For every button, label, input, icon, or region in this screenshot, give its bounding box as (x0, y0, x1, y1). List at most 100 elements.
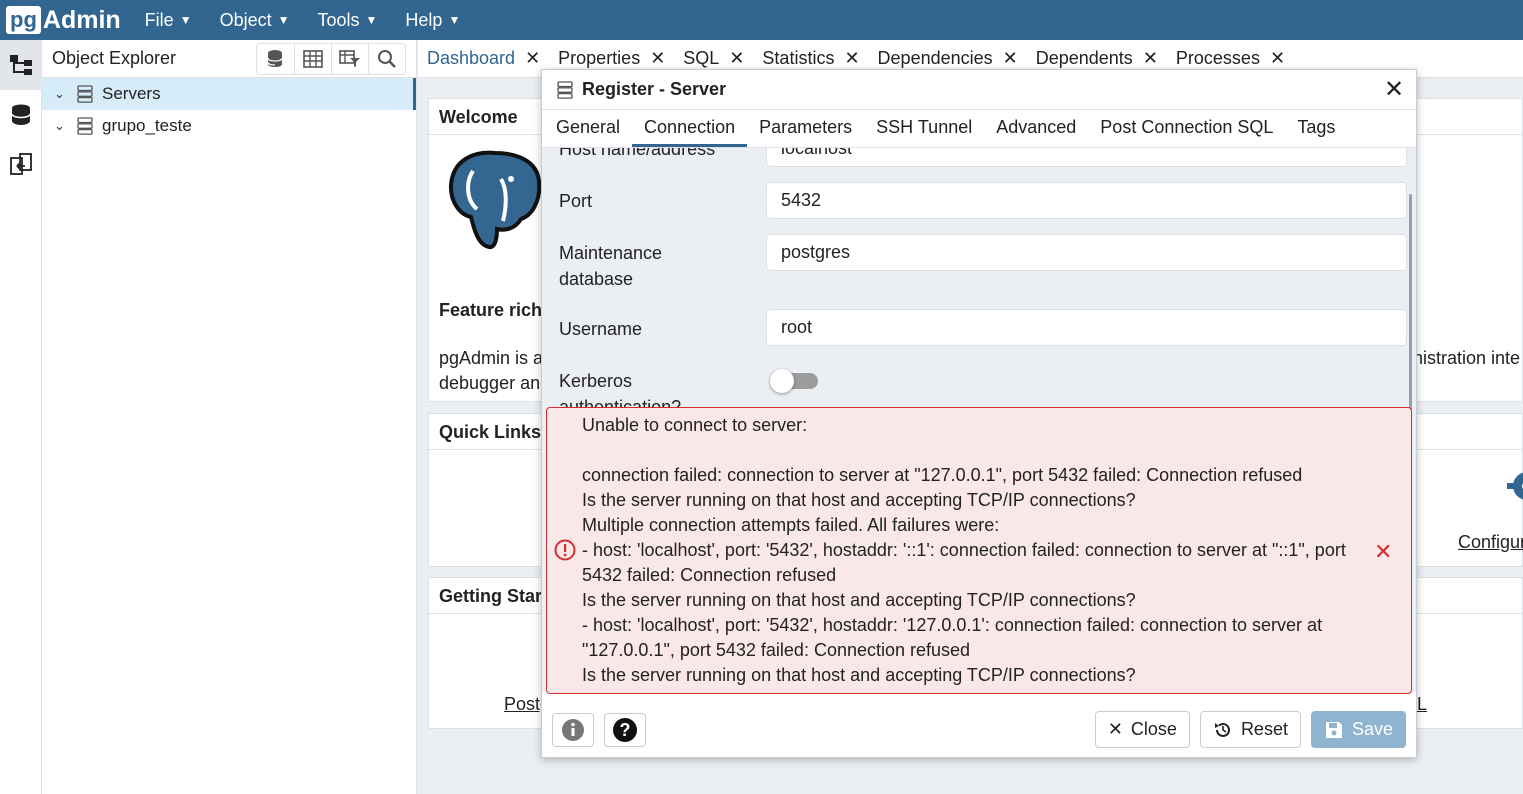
close-icon[interactable]: ✕ (650, 48, 665, 69)
object-explorer-panel: Object Explorer ⌄ Servers ⌄ grupo_teste (42, 40, 417, 794)
server-icon (557, 80, 573, 99)
tab-general[interactable]: General (544, 117, 632, 147)
error-icon (554, 539, 576, 566)
tab-tags[interactable]: Tags (1285, 117, 1347, 147)
menu-help-label: Help (405, 9, 443, 30)
tab-advanced[interactable]: Advanced (984, 117, 1088, 147)
error-line: Is the server running on that host and a… (582, 490, 1136, 510)
object-explorer-header: Object Explorer (42, 40, 416, 78)
error-line: connection failed: connection to server … (582, 465, 1303, 485)
dialog-footer: ? ✕ Close Reset Save (542, 702, 1416, 757)
gear-icon (1497, 462, 1523, 517)
configure-link[interactable]: Configur (1458, 532, 1523, 553)
maintenance-db-label-line1: Maintenance (559, 243, 663, 263)
tab-label: Statistics (762, 48, 835, 68)
sql-help-button[interactable] (552, 712, 594, 747)
menu-help[interactable]: Help ▼ (405, 10, 460, 31)
workspace-db-button[interactable] (0, 90, 42, 140)
port-label: Port (559, 191, 593, 211)
error-line (582, 438, 1346, 463)
form-scrollbar[interactable] (1409, 194, 1412, 434)
search-icon (378, 49, 396, 68)
tab-ssh-tunnel[interactable]: SSH Tunnel (864, 117, 984, 147)
maintenance-db-input[interactable]: postgres (766, 234, 1407, 271)
tree-item-servers[interactable]: ⌄ Servers (42, 78, 416, 110)
tab-dashboard[interactable]: Dashboard ✕ (418, 40, 549, 78)
compare-icon (10, 153, 32, 175)
host-input[interactable]: localhost (766, 148, 1407, 167)
schema-diff-button[interactable] (0, 140, 42, 190)
info-icon (562, 718, 584, 741)
dialog-header: Register - Server ✕ (542, 70, 1416, 110)
error-line: - host: 'localhost', port: '5432', hosta… (582, 540, 1346, 560)
error-line: Unable to connect to server: (582, 415, 808, 435)
object-explorer-title: Object Explorer (52, 48, 177, 68)
port-input[interactable]: 5432 (766, 182, 1407, 219)
view-data-button[interactable] (294, 43, 331, 74)
server-group-icon (76, 85, 102, 103)
help-button[interactable]: ? (604, 712, 646, 747)
save-button[interactable]: Save (1310, 711, 1406, 748)
chevron-down-icon[interactable]: ⌄ (54, 86, 76, 102)
filtered-rows-button[interactable] (331, 43, 368, 74)
error-line: - host: 'localhost', port: '5432', hosta… (582, 615, 1323, 635)
error-line: "127.0.0.1", port 5432 failed: Connectio… (582, 640, 971, 660)
close-icon[interactable]: ✕ (525, 48, 540, 69)
chevron-down-icon[interactable]: ⌄ (54, 118, 76, 134)
menu-file[interactable]: File ▼ (145, 10, 192, 31)
object-tree-icon (10, 55, 32, 75)
reset-button-label: Reset (1240, 719, 1288, 739)
tree-item-grupo-teste[interactable]: ⌄ grupo_teste (42, 110, 416, 142)
tab-label: Dependents (1035, 48, 1133, 68)
tab-label: Processes (1175, 48, 1260, 68)
error-line: Multiple connection attempts failed. All… (582, 515, 1000, 535)
kerberos-toggle[interactable] (770, 369, 818, 393)
menu-tools[interactable]: Tools ▼ (318, 10, 378, 31)
tab-post-connection-sql[interactable]: Post Connection SQL (1088, 117, 1285, 147)
top-navbar: pg Admin File ▼ Object ▼ Tools ▼ Help ▼ (0, 0, 1523, 40)
close-button-label: Close (1130, 719, 1177, 739)
query-tool-button[interactable] (257, 44, 294, 74)
tab-connection[interactable]: Connection (632, 117, 748, 147)
close-icon[interactable]: ✕ (729, 48, 744, 69)
reset-icon (1213, 720, 1233, 740)
logo-admin: Admin (42, 5, 121, 34)
chevron-down-icon: ▼ (365, 13, 378, 27)
close-icon[interactable]: ✕ (1143, 48, 1158, 69)
close-icon: ✕ (1107, 719, 1123, 739)
dialog-close-icon[interactable]: ✕ (1372, 75, 1416, 104)
help-icon: ? (613, 717, 637, 742)
menu-tools-label: Tools (317, 9, 360, 30)
tree-item-label: Servers (102, 84, 161, 103)
logo-pg: pg (6, 6, 41, 34)
maintenance-db-label-line2: database (559, 269, 634, 289)
error-line: 5432 failed: Connection refused (582, 565, 837, 585)
pgadmin-logo: pg Admin (6, 6, 121, 35)
server-group-icon (76, 117, 102, 135)
right-link[interactable]: L (1417, 694, 1427, 715)
menu-object[interactable]: Object ▼ (220, 10, 290, 31)
object-explorer-toggle[interactable] (0, 40, 42, 90)
dialog-title: Register - Server (582, 79, 727, 99)
menu-object-label: Object (219, 9, 272, 30)
chevron-down-icon: ▼ (448, 13, 461, 27)
toggle-knob (770, 369, 794, 393)
tab-parameters[interactable]: Parameters (747, 117, 864, 147)
explorer-toolbar (256, 42, 406, 75)
username-input[interactable]: root (766, 309, 1407, 346)
close-button[interactable]: ✕ Close (1094, 711, 1190, 748)
tab-label: Dashboard (427, 48, 516, 68)
database-query-icon (266, 49, 283, 67)
close-icon[interactable]: ✕ (1003, 48, 1018, 69)
kerberos-label-line1: Kerberos (559, 371, 633, 391)
svg-text:?: ? (620, 720, 631, 740)
table-filter-icon (339, 49, 360, 67)
dialog-tab-strip: General Connection Parameters SSH Tunnel… (542, 110, 1416, 148)
save-button-label: Save (1351, 719, 1393, 739)
search-objects-button[interactable] (368, 43, 405, 74)
reset-button[interactable]: Reset (1199, 711, 1301, 748)
tab-label: SQL (683, 48, 720, 68)
dismiss-error-icon[interactable]: ✕ (1374, 539, 1392, 565)
close-icon[interactable]: ✕ (1270, 48, 1285, 69)
close-icon[interactable]: ✕ (844, 48, 859, 69)
